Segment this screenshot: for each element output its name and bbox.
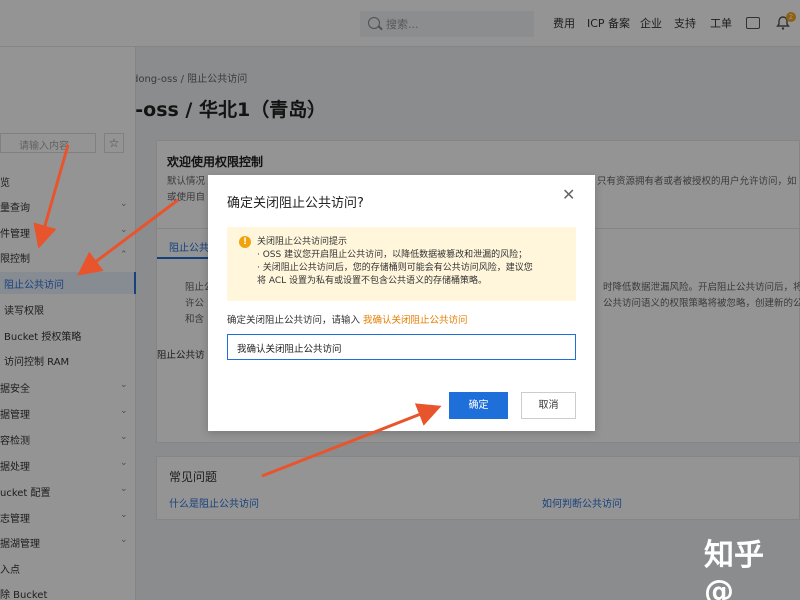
arrow-to-block-public-access — [77, 198, 179, 276]
arrow-to-permissions — [33, 144, 70, 249]
arrow-to-confirm-button — [261, 403, 442, 478]
annotation-arrows — [33, 144, 442, 478]
watermark: 知乎 @ — [704, 538, 764, 600]
